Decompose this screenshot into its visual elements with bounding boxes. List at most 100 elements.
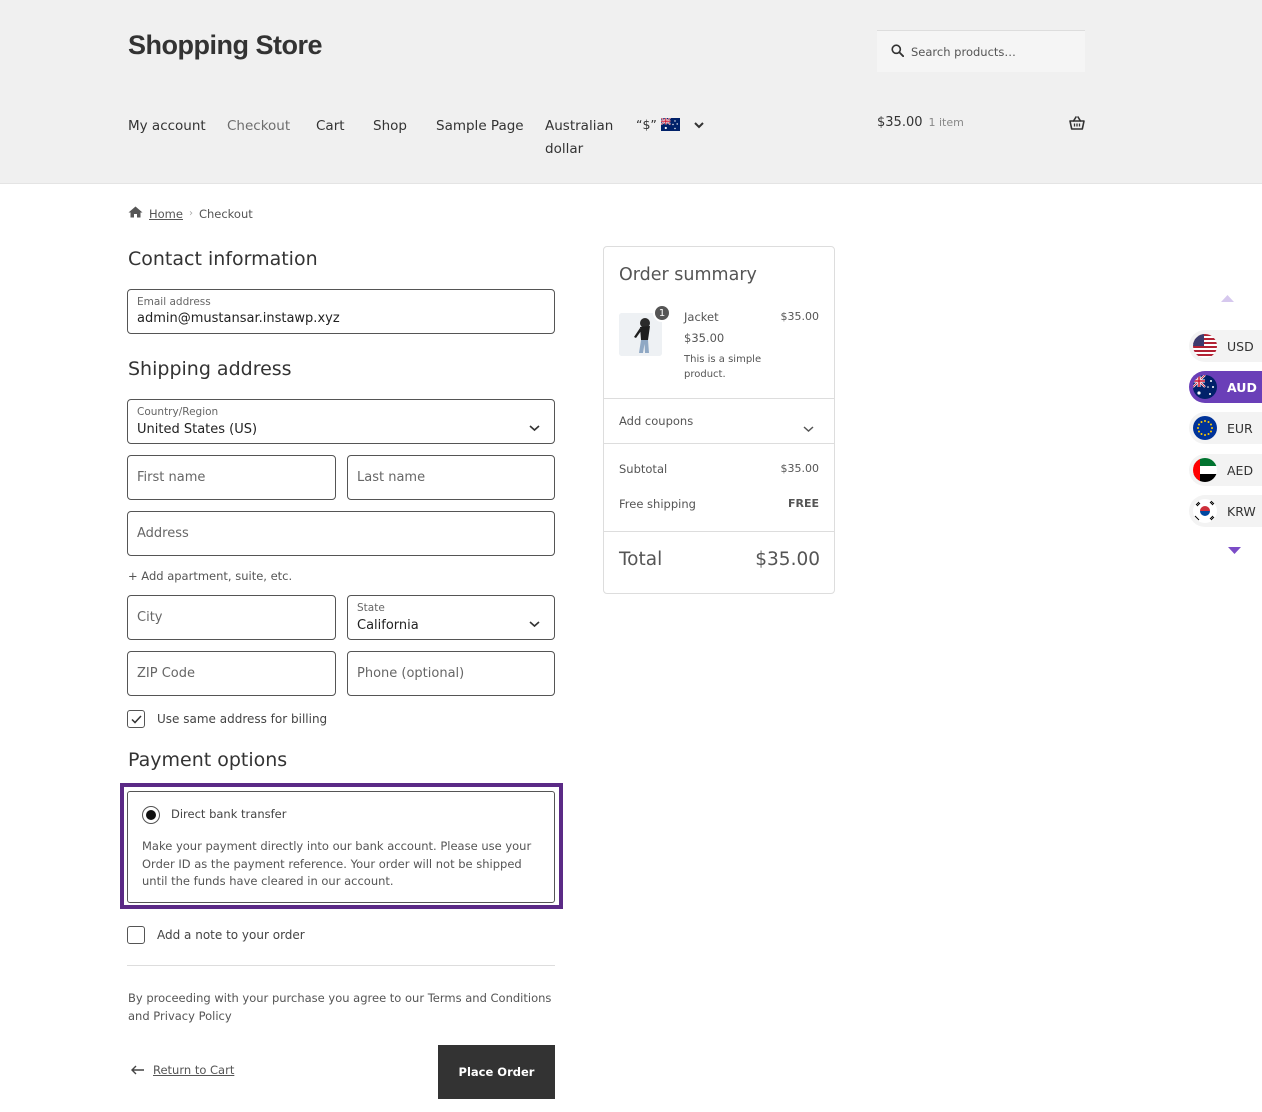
item-name: Jacket [684, 310, 719, 324]
nav-currency-dropdown[interactable]: “$” [636, 117, 704, 132]
city-field[interactable]: City [127, 595, 336, 640]
cart-count: 1 item [928, 116, 964, 129]
country-value: United States (US) [137, 422, 258, 437]
currency-aed[interactable]: AED [1189, 454, 1262, 486]
country-label: Country/Region [137, 406, 219, 418]
currency-aed-label: AED [1227, 462, 1254, 478]
summary-divider [604, 443, 834, 444]
header-cart[interactable]: $35.00 1 item [877, 115, 1085, 135]
currency-krw[interactable]: KRW [1189, 495, 1262, 527]
nav-australian-dollar-line1: Australian [545, 118, 614, 134]
search-icon [891, 42, 905, 61]
chevron-down-icon [694, 117, 704, 132]
last-name-placeholder: Last name [357, 470, 426, 485]
country-select[interactable]: Country/Region United States (US) [127, 399, 555, 444]
state-label: State [357, 602, 385, 614]
order-note-checkbox[interactable] [127, 926, 145, 944]
breadcrumb-separator: › [188, 208, 193, 219]
order-note-row: Add a note to your order [127, 926, 305, 944]
currency-eur[interactable]: EUR [1189, 412, 1262, 444]
uae-flag-icon [1193, 458, 1217, 482]
same-billing-checkbox[interactable] [127, 710, 145, 728]
item-description: This is a simple product. [684, 354, 762, 380]
site-header: Shopping Store My account Checkout Cart … [0, 0, 1262, 184]
shipping-label: Free shipping [619, 497, 696, 511]
add-coupons-toggle[interactable]: Add coupons [619, 414, 693, 428]
nav-cart[interactable]: Cart [316, 115, 345, 138]
terms-text: By proceeding with your purchase you agr… [128, 991, 552, 1023]
chevron-down-icon[interactable] [803, 418, 814, 437]
place-order-button[interactable]: Place Order [438, 1045, 555, 1099]
address-field[interactable]: Address [127, 511, 555, 556]
contact-heading: Contact information [128, 248, 318, 270]
checkmark-icon [130, 714, 142, 724]
city-placeholder: City [137, 610, 163, 625]
chevron-down-icon[interactable] [1227, 541, 1242, 560]
usa-flag-icon [1193, 334, 1217, 358]
state-value: California [357, 618, 419, 633]
state-select[interactable]: State California [347, 595, 555, 640]
search-bar[interactable] [877, 30, 1085, 72]
same-billing-label: Use same address for billing [157, 712, 328, 726]
zip-field[interactable]: ZIP Code [127, 651, 336, 696]
australia-flag-icon [660, 117, 680, 131]
last-name-field[interactable]: Last name [347, 455, 555, 500]
payment-heading: Payment options [128, 749, 288, 771]
phone-placeholder: Phone (optional) [357, 666, 465, 681]
nav-australian-dollar[interactable]: Australian dollar [545, 115, 613, 161]
chevron-down-icon [529, 613, 540, 632]
phone-field[interactable]: Phone (optional) [347, 651, 555, 696]
email-field[interactable]: Email address admin@mustansar.instawp.xy… [127, 289, 555, 334]
currency-krw-label: KRW [1227, 503, 1256, 519]
payment-description: Make your payment directly into our bank… [142, 839, 532, 888]
item-total: $35.00 [780, 310, 820, 323]
total-label: Total [619, 549, 663, 570]
order-summary-heading: Order summary [619, 265, 757, 285]
return-to-cart-link[interactable]: Return to Cart [131, 1063, 234, 1077]
add-apartment-link[interactable]: + Add apartment, suite, etc. [128, 569, 292, 583]
divider [127, 965, 555, 966]
total-value: $35.00 [755, 549, 820, 570]
site-title[interactable]: Shopping Store [128, 30, 322, 61]
nav-my-account[interactable]: My account [128, 115, 206, 138]
quantity-badge: 1 [653, 304, 671, 322]
currency-eur-label: EUR [1227, 420, 1253, 436]
chevron-up-icon[interactable] [1220, 288, 1235, 307]
item-unit-price: $35.00 [684, 331, 725, 345]
order-note-label: Add a note to your order [157, 928, 305, 942]
nav-checkout[interactable]: Checkout [227, 115, 290, 138]
return-to-cart-label: Return to Cart [153, 1063, 235, 1077]
cart-amount: $35.00 [877, 115, 923, 130]
currency-usd-label: USD [1227, 338, 1254, 354]
first-name-field[interactable]: First name [127, 455, 336, 500]
eu-flag-icon [1193, 416, 1217, 440]
chevron-down-icon [529, 417, 540, 436]
first-name-placeholder: First name [137, 470, 206, 485]
nav-shop[interactable]: Shop [373, 115, 407, 138]
breadcrumb: Home › Checkout [128, 206, 253, 221]
breadcrumb-current: Checkout [198, 206, 253, 221]
payment-method-label: Direct bank transfer [171, 807, 287, 821]
shipping-heading: Shipping address [128, 358, 292, 380]
order-summary: Order summary 1 Jacket $35.00 This is a … [603, 246, 835, 594]
shipping-value: FREE [787, 497, 819, 510]
summary-divider [604, 531, 834, 532]
search-input[interactable] [911, 44, 1081, 59]
summary-divider [604, 398, 834, 399]
email-label: Email address [137, 296, 211, 308]
basket-icon [1069, 116, 1085, 134]
same-billing-row: Use same address for billing [127, 710, 327, 728]
currency-aud[interactable]: AUD [1189, 371, 1262, 403]
breadcrumb-home-link[interactable]: Home [149, 207, 183, 221]
home-icon [128, 206, 143, 221]
zip-placeholder: ZIP Code [137, 666, 195, 681]
currency-usd[interactable]: USD [1189, 330, 1262, 362]
nav-australian-dollar-line2: dollar [545, 141, 584, 157]
arrow-left-icon [131, 1065, 144, 1075]
payment-radio[interactable] [142, 806, 160, 824]
south-korea-flag-icon [1193, 499, 1217, 523]
nav-sample-page[interactable]: Sample Page [436, 115, 524, 138]
nav-currency-symbol: “$” [636, 117, 657, 132]
address-placeholder: Address [137, 526, 189, 541]
subtotal-label: Subtotal [619, 462, 668, 476]
